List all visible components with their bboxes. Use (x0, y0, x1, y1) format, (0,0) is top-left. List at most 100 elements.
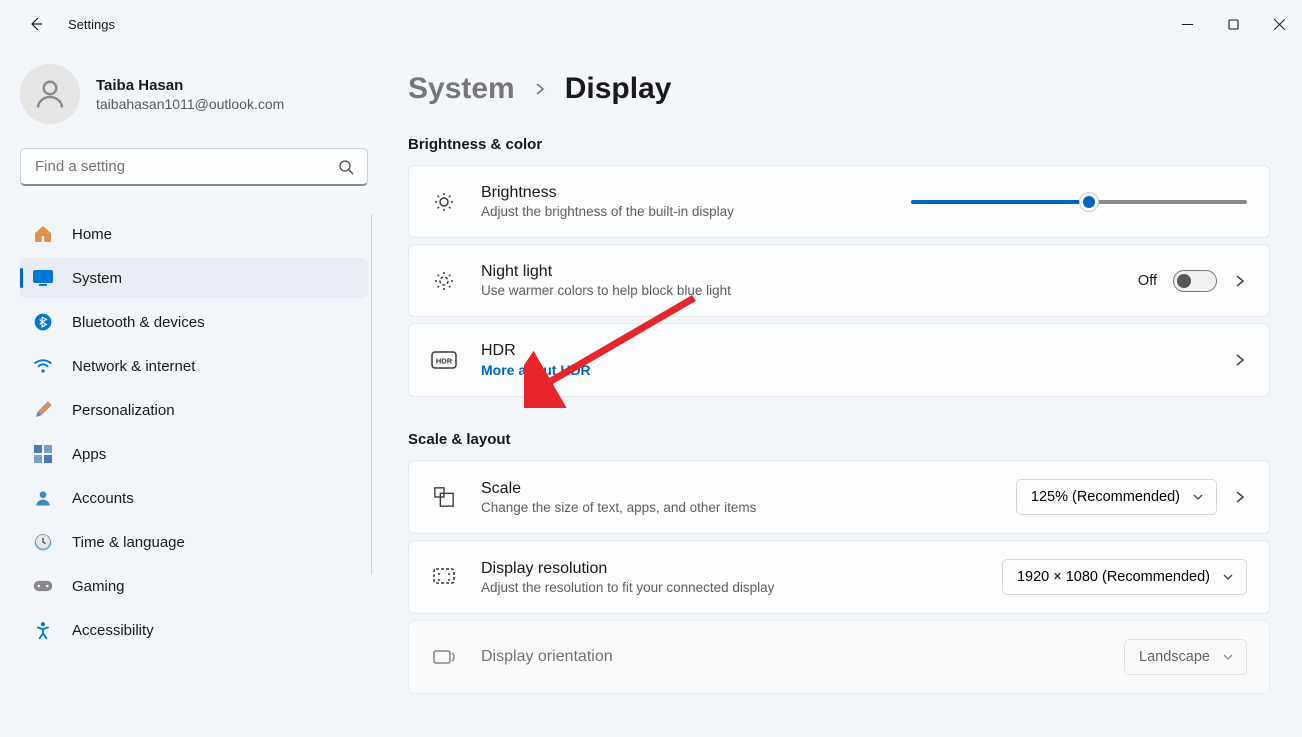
chevron-right-icon[interactable] (1233, 353, 1247, 367)
card-subtitle: Change the size of text, apps, and other… (481, 500, 1016, 515)
sidebar: Taiba Hasan taibahasan1011@outlook.com H… (0, 48, 388, 737)
nav-system[interactable]: System (20, 258, 368, 298)
nav-time[interactable]: Time & language (20, 522, 368, 562)
card-subtitle: Adjust the brightness of the built-in di… (481, 204, 911, 219)
card-subtitle: Adjust the resolution to fit your connec… (481, 580, 1002, 595)
nav-scrollbar[interactable] (371, 214, 373, 574)
search-box (20, 148, 368, 186)
accounts-icon (32, 487, 54, 509)
nav-personalization[interactable]: Personalization (20, 390, 368, 430)
section-scale-layout: Scale & layout (408, 431, 1270, 448)
card-scale[interactable]: Scale Change the size of text, apps, and… (408, 460, 1270, 534)
scale-icon (431, 486, 457, 508)
window-controls (1164, 8, 1302, 40)
dropdown-value: 1920 × 1080 (Recommended) (1017, 569, 1210, 585)
wifi-icon (32, 355, 54, 377)
brightness-icon (431, 190, 457, 214)
profile-name: Taiba Hasan (96, 77, 284, 94)
nav-accounts[interactable]: Accounts (20, 478, 368, 518)
paint-icon (32, 399, 54, 421)
avatar (20, 64, 80, 124)
slider-thumb[interactable] (1079, 192, 1099, 212)
card-orientation[interactable]: Display orientation Landscape (408, 620, 1270, 694)
nav-gaming[interactable]: Gaming (20, 566, 368, 606)
chevron-down-icon (1222, 571, 1234, 583)
person-icon (32, 76, 68, 112)
profile-email: taibahasan1011@outlook.com (96, 96, 284, 112)
search-input[interactable] (20, 148, 368, 186)
nav-label: Home (72, 226, 112, 243)
search-icon (338, 159, 354, 175)
close-button[interactable] (1256, 8, 1302, 40)
svg-text:HDR: HDR (436, 357, 453, 366)
section-brightness-color: Brightness & color (408, 136, 1270, 153)
accessibility-icon (32, 619, 54, 641)
window-title: Settings (68, 17, 115, 32)
chevron-right-icon (533, 82, 547, 96)
slider-fill (911, 200, 1089, 204)
gaming-icon (32, 575, 54, 597)
nav-label: Bluetooth & devices (72, 314, 205, 331)
card-title: Display resolution (481, 560, 1002, 578)
chevron-right-icon[interactable] (1233, 490, 1247, 504)
card-subtitle: Use warmer colors to help block blue lig… (481, 283, 1138, 298)
card-resolution[interactable]: Display resolution Adjust the resolution… (408, 540, 1270, 614)
orientation-icon (431, 647, 457, 667)
nav-apps[interactable]: Apps (20, 434, 368, 474)
home-icon (32, 223, 54, 245)
nav-label: Apps (72, 446, 106, 463)
chevron-right-icon[interactable] (1233, 274, 1247, 288)
system-icon (32, 267, 54, 289)
breadcrumb-parent[interactable]: System (408, 72, 515, 106)
maximize-icon (1228, 19, 1239, 30)
card-title: Brightness (481, 184, 911, 202)
toggle-knob (1177, 274, 1191, 288)
nav-label: Network & internet (72, 358, 195, 375)
card-title: Scale (481, 480, 1016, 498)
card-title: HDR (481, 342, 1233, 360)
nav-label: Personalization (72, 402, 175, 419)
dropdown-value: 125% (Recommended) (1031, 489, 1180, 505)
nav: Home System Bluetooth & devices Network … (20, 214, 368, 650)
breadcrumb-current: Display (565, 72, 672, 106)
hdr-icon: HDR (431, 351, 457, 369)
close-icon (1274, 19, 1285, 30)
nav-network[interactable]: Network & internet (20, 346, 368, 386)
resolution-dropdown[interactable]: 1920 × 1080 (Recommended) (1002, 559, 1247, 595)
resolution-icon (431, 567, 457, 587)
back-arrow-icon (28, 16, 44, 32)
card-title: Display orientation (481, 648, 1124, 666)
nav-label: Time & language (72, 534, 185, 551)
back-button[interactable] (16, 4, 56, 44)
profile-area[interactable]: Taiba Hasan taibahasan1011@outlook.com (20, 48, 368, 148)
hdr-more-link[interactable]: More about HDR (481, 362, 1233, 378)
card-hdr[interactable]: HDR HDR More about HDR (408, 323, 1270, 397)
nav-accessibility[interactable]: Accessibility (20, 610, 368, 650)
card-brightness: Brightness Adjust the brightness of the … (408, 165, 1270, 238)
orientation-dropdown[interactable]: Landscape (1124, 639, 1247, 675)
nav-bluetooth[interactable]: Bluetooth & devices (20, 302, 368, 342)
maximize-button[interactable] (1210, 8, 1256, 40)
apps-icon (32, 443, 54, 465)
nav-label: Accessibility (72, 622, 154, 639)
scale-dropdown[interactable]: 125% (Recommended) (1016, 479, 1217, 515)
minimize-icon (1182, 19, 1193, 30)
main-content: System Display Brightness & color Bright… (388, 48, 1302, 737)
night-light-icon (431, 269, 457, 293)
bluetooth-icon (32, 311, 54, 333)
card-night-light[interactable]: Night light Use warmer colors to help bl… (408, 244, 1270, 317)
breadcrumb: System Display (408, 72, 1270, 106)
chevron-down-icon (1222, 651, 1234, 663)
titlebar: Settings (0, 0, 1302, 48)
nav-label: System (72, 270, 122, 287)
nav-home[interactable]: Home (20, 214, 368, 254)
card-title: Night light (481, 263, 1138, 281)
dropdown-value: Landscape (1139, 649, 1210, 665)
toggle-state-label: Off (1138, 273, 1157, 289)
minimize-button[interactable] (1164, 8, 1210, 40)
brightness-slider[interactable] (911, 200, 1247, 204)
nav-label: Gaming (72, 578, 125, 595)
clock-icon (32, 531, 54, 553)
nav-label: Accounts (72, 490, 134, 507)
night-light-toggle[interactable] (1173, 270, 1217, 292)
